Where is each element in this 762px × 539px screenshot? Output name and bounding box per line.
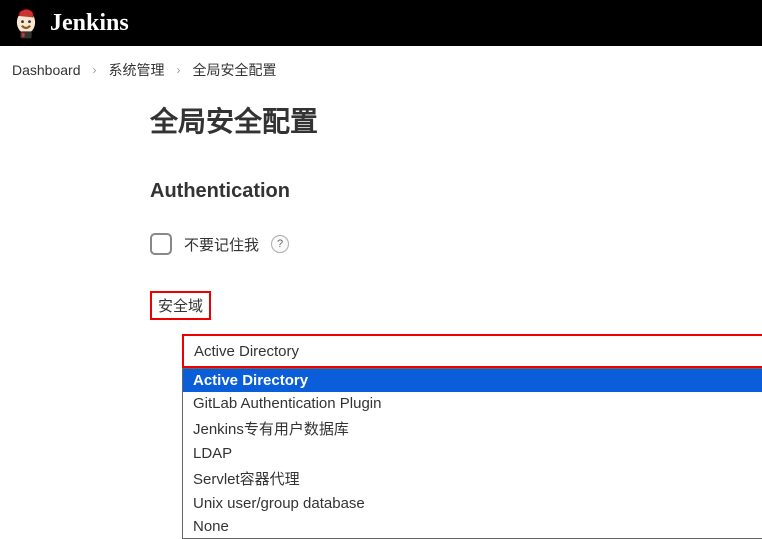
main-content: 全局安全配置 Authentication 不要记住我 ? 安全域 Active… — [0, 94, 762, 368]
realm-option-gitlab[interactable]: GitLab Authentication Plugin — [183, 392, 762, 415]
realm-option-none[interactable]: None — [183, 515, 762, 538]
app-name: Jenkins — [50, 10, 129, 37]
breadcrumb-item-dashboard[interactable]: Dashboard — [12, 62, 81, 78]
help-icon[interactable]: ? — [271, 235, 289, 253]
top-header: Jenkins — [0, 0, 762, 46]
realm-option-unix[interactable]: Unix user/group database — [183, 492, 762, 515]
remember-me-row: 不要记住我 ? — [150, 233, 762, 255]
security-realm-label-highlight: 安全域 — [150, 291, 211, 320]
realm-option-ldap[interactable]: LDAP — [183, 442, 762, 465]
jenkins-logo-icon — [12, 6, 40, 40]
remember-me-label: 不要记住我 — [184, 234, 259, 255]
page-title: 全局安全配置 — [150, 100, 762, 140]
security-realm-dropdown: Active Directory GitLab Authentication P… — [182, 368, 762, 539]
realm-option-jenkins-db[interactable]: Jenkins专有用户数据库 — [183, 415, 762, 442]
chevron-right-icon: › — [93, 63, 97, 77]
section-authentication-title: Authentication — [150, 180, 762, 203]
realm-option-active-directory[interactable]: Active Directory — [183, 369, 762, 392]
logo[interactable]: Jenkins — [12, 6, 129, 40]
realm-option-servlet[interactable]: Servlet容器代理 — [183, 465, 762, 492]
security-realm-field: Active Directory Active Directory GitLab… — [182, 334, 762, 368]
breadcrumb: Dashboard › 系统管理 › 全局安全配置 — [0, 46, 762, 94]
security-realm-selected-value: Active Directory — [194, 343, 752, 360]
security-realm-label: 安全域 — [158, 298, 203, 315]
security-realm-select[interactable]: Active Directory — [182, 334, 762, 368]
breadcrumb-item-system[interactable]: 系统管理 — [109, 60, 165, 80]
breadcrumb-item-security[interactable]: 全局安全配置 — [193, 60, 277, 80]
chevron-right-icon: › — [177, 63, 181, 77]
remember-me-checkbox[interactable] — [150, 233, 172, 255]
